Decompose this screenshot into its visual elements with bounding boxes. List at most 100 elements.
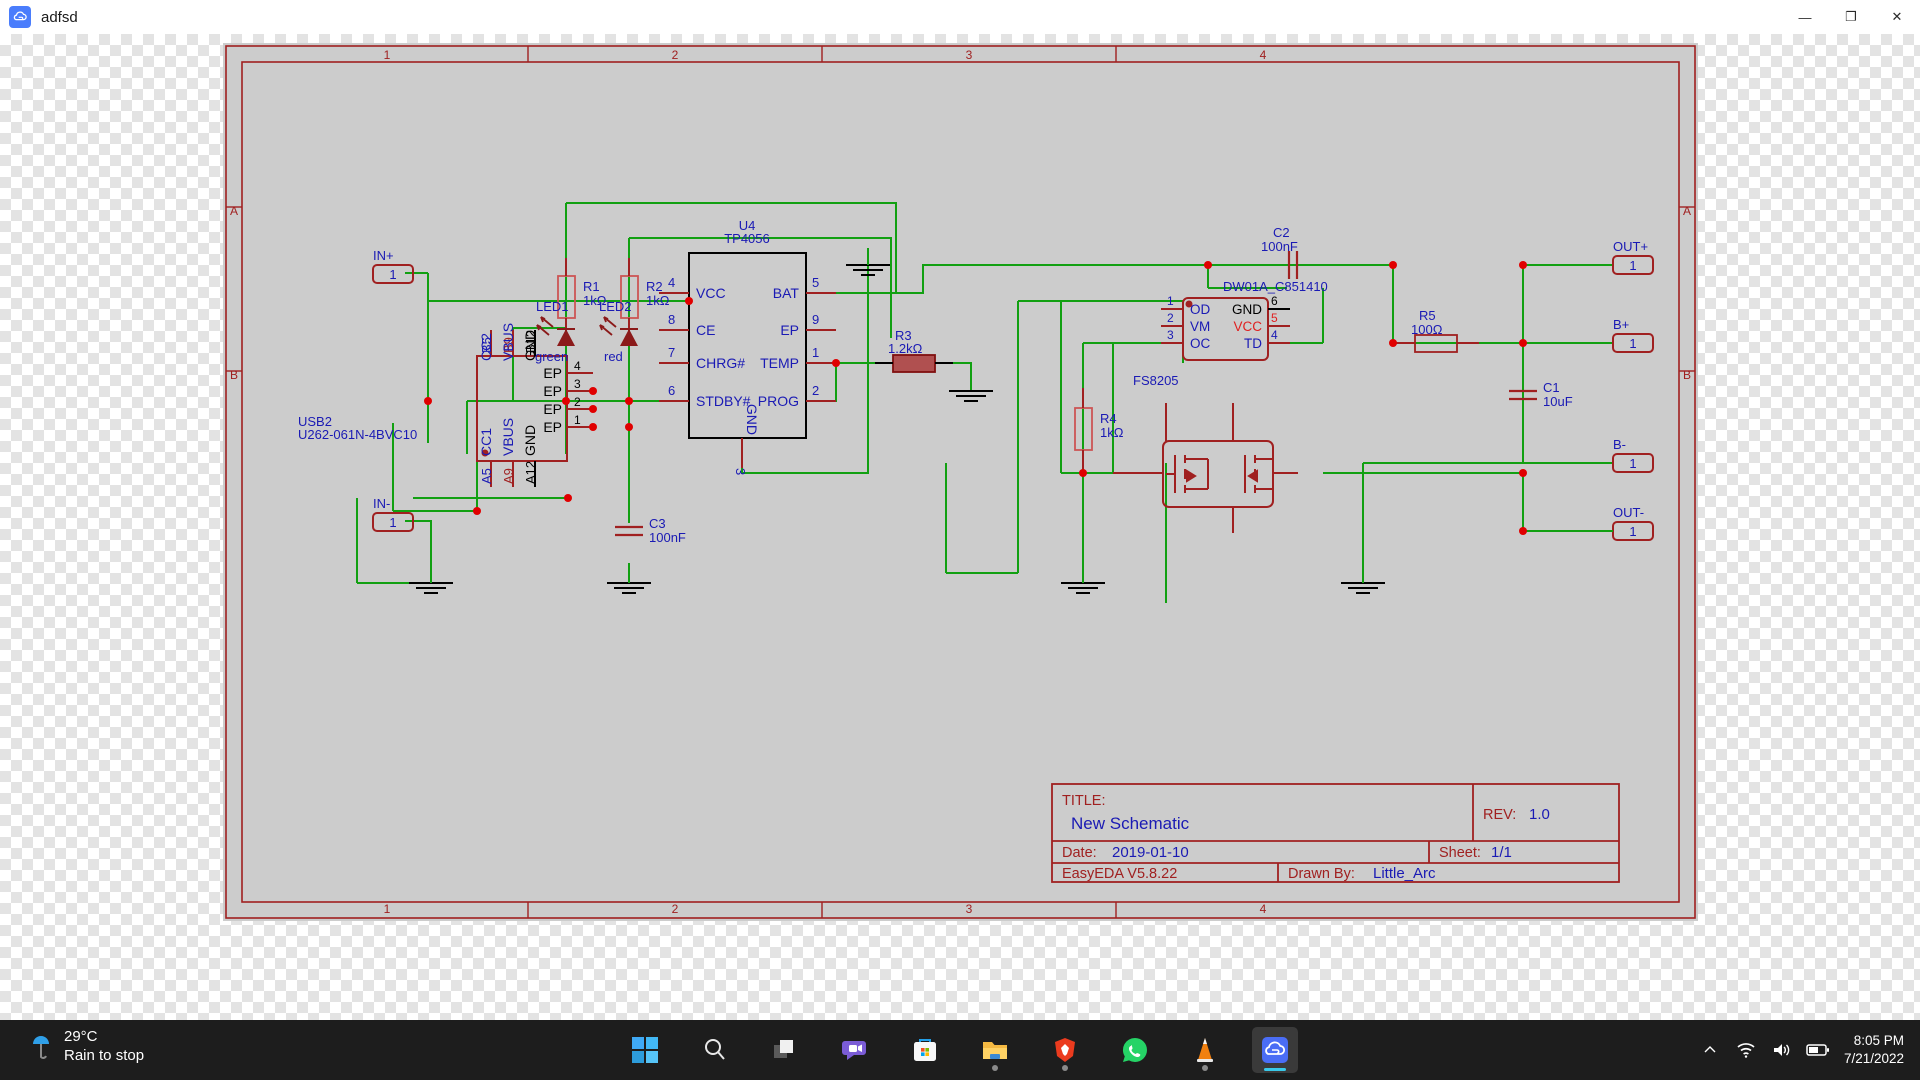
taskbar: 29°C Rain to stop	[0, 1020, 1920, 1080]
svg-text:2: 2	[672, 902, 679, 916]
port-b-minus[interactable]: 1 B-	[1613, 437, 1653, 472]
close-button[interactable]: ✕	[1874, 0, 1920, 34]
u4-pinnum-1: 1	[812, 345, 819, 360]
whatsapp-button[interactable]	[1112, 1027, 1158, 1073]
title-block-rev-value: 1.0	[1529, 806, 1550, 823]
task-view-button[interactable]	[762, 1027, 808, 1073]
title-block-drawn-label: Drawn By:	[1288, 866, 1355, 882]
component-c3[interactable]: C3 100nF	[615, 516, 686, 545]
u4-pinnum-8: 8	[668, 312, 675, 327]
svg-text:4: 4	[1260, 48, 1267, 62]
svg-text:B: B	[1683, 368, 1691, 382]
running-indicator	[992, 1065, 998, 1071]
r4-designator: R4	[1100, 411, 1117, 426]
dw01a-pinnum-2: 2	[1167, 311, 1174, 325]
svg-text:3: 3	[966, 48, 973, 62]
port-in-plus[interactable]: 1 IN+	[373, 248, 413, 283]
window-controls: — ❐ ✕	[1782, 0, 1920, 34]
usb2-pinnum-a5: A5	[479, 468, 494, 484]
chevron-up-icon	[1703, 1043, 1717, 1057]
port-out-plus-label: OUT+	[1613, 239, 1648, 254]
start-button[interactable]	[622, 1027, 668, 1073]
usb2-pinnum-1: 1	[574, 413, 581, 427]
clock-date: 7/21/2022	[1844, 1050, 1904, 1068]
vlc-cone-icon	[1192, 1036, 1218, 1064]
c2-designator: C2	[1273, 225, 1290, 240]
title-block-tool: EasyEDA V5.8.22	[1062, 866, 1177, 882]
component-led1[interactable]: LED1 green	[535, 299, 575, 364]
search-button[interactable]	[692, 1027, 738, 1073]
usb2-pin-ep1: EP	[543, 419, 562, 435]
c3-value: 100nF	[649, 530, 686, 545]
component-dw01a[interactable]: DW01A_C851410 OD VM OC GND VCC TD	[1161, 279, 1328, 360]
u4-pin-temp: TEMP	[760, 355, 799, 371]
store-button[interactable]	[902, 1027, 948, 1073]
microsoft-store-icon	[912, 1037, 938, 1063]
component-r5[interactable]: R5 100Ω	[1393, 308, 1479, 352]
r2-designator: R2	[646, 279, 663, 294]
vlc-button[interactable]	[1182, 1027, 1228, 1073]
wifi-button[interactable]	[1728, 1020, 1764, 1080]
title-block: TITLE: New Schematic REV: 1.0 Date: 2019…	[1052, 784, 1619, 882]
u4-pin-prog: PROG	[758, 393, 799, 409]
svg-text:4: 4	[1260, 902, 1267, 916]
volume-icon	[1772, 1041, 1792, 1059]
schematic-sheet[interactable]: 12 34 12 34 AB AB	[223, 43, 1698, 921]
system-tray: 8:05 PM 7/21/2022	[1692, 1020, 1920, 1080]
component-r3[interactable]: R3 1.2kΩ	[875, 328, 953, 372]
u4-pinnum-6: 6	[668, 383, 675, 398]
u4-pin-stdby: STDBY#	[696, 393, 751, 409]
dw01a-pin-oc: OC	[1190, 336, 1211, 351]
led1-designator: LED1	[536, 299, 569, 314]
brave-lion-icon	[1052, 1036, 1078, 1064]
u4-pin-bat: BAT	[773, 285, 800, 301]
usb2-pin-ep3: EP	[543, 383, 562, 399]
component-c1[interactable]: C1 10uF	[1509, 380, 1573, 409]
r5-designator: R5	[1419, 308, 1436, 323]
title-block-title-label: TITLE:	[1062, 793, 1106, 809]
port-b-plus-pin: 1	[1629, 336, 1636, 351]
dw01a-pin-vcc: VCC	[1233, 319, 1262, 334]
port-out-minus[interactable]: 1 OUT-	[1613, 505, 1653, 540]
svg-text:2: 2	[672, 48, 679, 62]
r3-value: 1.2kΩ	[888, 341, 923, 356]
usb2-pinnum-a9: A9	[501, 468, 516, 484]
component-led2[interactable]: LED2 red	[599, 299, 638, 364]
u4-pinnum-9: 9	[812, 312, 819, 327]
port-in-minus-label: IN-	[373, 496, 390, 511]
usb2-pin-vbus-bot: VBUS	[500, 418, 516, 456]
folder-icon	[981, 1037, 1009, 1063]
show-hidden-icons-button[interactable]	[1692, 1020, 1728, 1080]
component-c2[interactable]: C2 100nF	[1261, 225, 1298, 279]
r1-designator: R1	[583, 279, 600, 294]
search-icon	[702, 1037, 728, 1063]
component-usb2[interactable]: USB2 U262-061N-4BVC10 B5	[298, 323, 593, 487]
led1-value: green	[535, 349, 568, 364]
battery-button[interactable]	[1800, 1020, 1836, 1080]
schematic-drawing: 12 34 12 34 AB AB	[223, 43, 1698, 921]
usb2-pin-ep4: EP	[543, 365, 562, 381]
r5-value: 100Ω	[1411, 322, 1443, 337]
easyeda-button[interactable]	[1252, 1027, 1298, 1073]
maximize-button[interactable]: ❐	[1828, 0, 1874, 34]
minimize-button[interactable]: —	[1782, 0, 1828, 34]
u4-pin-chrg: CHRG#	[696, 355, 745, 371]
file-explorer-button[interactable]	[972, 1027, 1018, 1073]
led2-value: red	[604, 349, 623, 364]
teams-button[interactable]	[832, 1027, 878, 1073]
component-fs8205[interactable]: FS8205	[1113, 373, 1298, 533]
dw01a-pinnum-1: 1	[1167, 294, 1174, 308]
c1-value: 10uF	[1543, 394, 1573, 409]
usb2-pinnum-a12: A12	[523, 461, 538, 484]
port-in-plus-pin: 1	[389, 267, 396, 282]
port-b-plus[interactable]: 1 B+	[1613, 317, 1653, 352]
u4-pin-vcc: VCC	[696, 285, 726, 301]
schematic-canvas[interactable]: 12 34 12 34 AB AB	[0, 34, 1920, 1020]
port-out-plus[interactable]: 1 OUT+	[1613, 239, 1653, 274]
clock[interactable]: 8:05 PM 7/21/2022	[1836, 1032, 1920, 1068]
volume-button[interactable]	[1764, 1020, 1800, 1080]
component-u4[interactable]: U4 TP4056 VCC CE CHRG# S	[659, 218, 836, 475]
u4-pin-ep: EP	[780, 322, 799, 338]
title-block-date-value: 2019-01-10	[1112, 844, 1189, 861]
brave-button[interactable]	[1042, 1027, 1088, 1073]
